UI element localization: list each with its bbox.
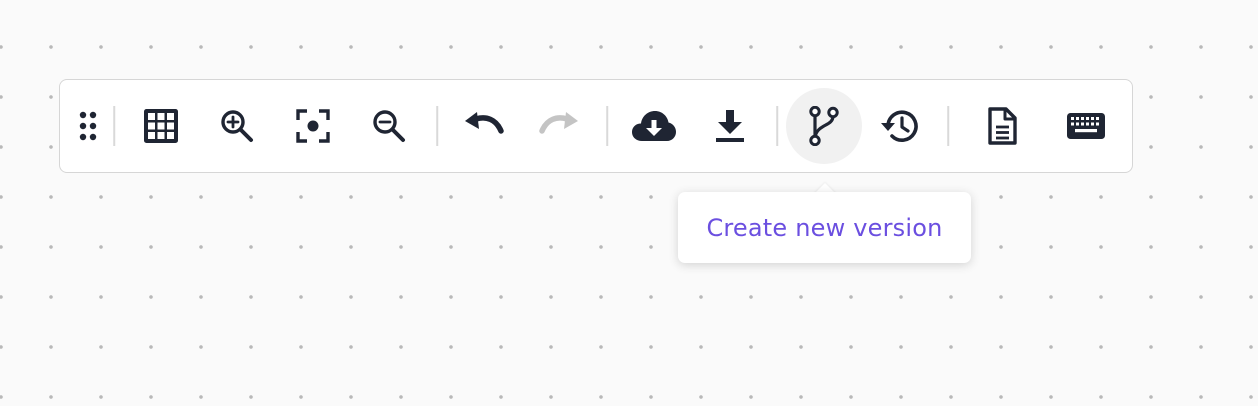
download-icon — [716, 110, 744, 142]
zoom-in-button[interactable] — [206, 95, 268, 157]
create-version-button[interactable] — [786, 88, 862, 164]
tooltip: Create new version — [678, 192, 971, 263]
toolbar-divider — [947, 106, 949, 146]
grip-dots-icon — [79, 111, 97, 141]
zoom-out-button[interactable] — [358, 95, 420, 157]
fit-view-button[interactable] — [282, 95, 344, 157]
grid-icon — [144, 109, 178, 143]
zoom-out-icon — [373, 110, 405, 142]
redo-icon — [539, 112, 578, 134]
toolbar-divider — [113, 106, 115, 146]
document-icon — [988, 107, 1017, 145]
undo-button[interactable] — [453, 95, 515, 157]
drag-handle[interactable] — [75, 106, 101, 146]
cloud-download-button[interactable] — [623, 95, 685, 157]
document-button[interactable] — [971, 95, 1033, 157]
toolbar-divider — [776, 106, 778, 146]
git-branch-icon — [809, 106, 839, 146]
toolbar-divider — [436, 106, 438, 146]
keyboard-shortcuts-button[interactable] — [1055, 95, 1117, 157]
redo-button[interactable] — [528, 95, 590, 157]
version-history-button[interactable] — [870, 95, 932, 157]
undo-icon — [465, 112, 504, 134]
download-button[interactable] — [699, 95, 761, 157]
zoom-in-icon — [221, 110, 253, 142]
toggle-grid-button[interactable] — [130, 95, 192, 157]
history-icon — [881, 110, 918, 142]
tooltip-text: Create new version — [706, 213, 943, 242]
focus-icon — [296, 109, 330, 143]
keyboard-icon — [1067, 113, 1105, 139]
toolbar-divider — [606, 106, 608, 146]
canvas-toolbar — [59, 79, 1133, 173]
cloud-download-icon — [632, 111, 676, 141]
